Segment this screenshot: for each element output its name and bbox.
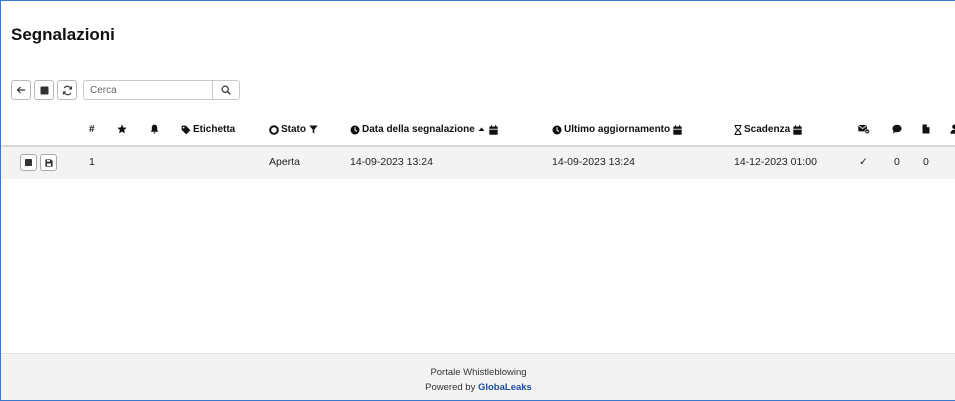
header-status-text: Stato xyxy=(281,124,306,135)
footer-title: Portale Whistleblowing xyxy=(430,367,527,378)
search-icon xyxy=(221,85,231,95)
header-updated-text: Ultimo aggiornamento xyxy=(564,124,671,135)
cell-read-check: ✓ xyxy=(859,156,868,168)
toolbar xyxy=(11,80,240,100)
header-expiry[interactable]: Scadenza xyxy=(734,124,804,135)
header-label[interactable]: Etichetta xyxy=(181,124,235,135)
header-comments[interactable] xyxy=(892,124,904,134)
cell-expiry: 14-12-2023 01:00 xyxy=(734,156,817,168)
file-icon xyxy=(922,124,930,134)
envelope-check-icon xyxy=(858,125,870,134)
header-date[interactable]: Data della segnalazione xyxy=(350,124,500,135)
header-number: # xyxy=(89,124,95,135)
clock-icon xyxy=(552,125,562,134)
search-input[interactable] xyxy=(83,80,213,100)
header-notifications[interactable] xyxy=(150,124,161,134)
filter-icon[interactable] xyxy=(309,125,318,134)
cell-comments: 0 xyxy=(894,156,900,168)
comment-icon xyxy=(892,124,902,134)
header-files[interactable] xyxy=(922,124,932,134)
footer-powered: Powered by GlobaLeaks xyxy=(1,382,955,393)
row-select-checkbox[interactable] xyxy=(20,154,37,171)
sort-asc-icon[interactable] xyxy=(478,126,485,133)
calendar-icon[interactable] xyxy=(489,124,498,135)
search-button[interactable] xyxy=(213,80,240,100)
refresh-button[interactable] xyxy=(57,80,77,100)
arrow-left-icon xyxy=(16,86,25,94)
header-read-receipt[interactable] xyxy=(858,124,872,134)
globaleaks-link[interactable]: GlobaLeaks xyxy=(478,382,532,393)
header-expiry-text: Scadenza xyxy=(744,124,791,135)
table-row[interactable]: 1 Aperta 14-09-2023 13:24 14-09-2023 13:… xyxy=(1,147,955,179)
square-icon xyxy=(25,159,32,166)
header-users[interactable] xyxy=(950,124,955,134)
square-icon xyxy=(40,86,48,94)
refresh-icon xyxy=(62,85,72,95)
header-label-text: Etichetta xyxy=(193,124,236,135)
clock-icon xyxy=(350,125,360,134)
header-status[interactable]: Stato xyxy=(269,124,320,135)
user-icon xyxy=(950,124,955,134)
star-icon xyxy=(117,124,127,134)
cell-status: Aperta xyxy=(269,156,300,168)
hourglass-icon xyxy=(734,124,742,135)
circle-icon xyxy=(269,124,279,135)
app-frame: Segnalazioni # Etichetta xyxy=(0,0,955,401)
page-title: Segnalazioni xyxy=(11,25,115,44)
header-updated[interactable]: Ultimo aggiornamento xyxy=(552,124,684,135)
tag-icon xyxy=(181,125,191,134)
footer: Portale Whistleblowing Powered by GlobaL… xyxy=(1,353,955,400)
cell-date: 14-09-2023 13:24 xyxy=(350,156,433,168)
bell-icon xyxy=(150,124,159,134)
save-icon xyxy=(44,158,53,167)
cell-updated: 14-09-2023 13:24 xyxy=(552,156,635,168)
calendar-icon[interactable] xyxy=(793,124,802,135)
table-header: # Etichetta Stato Data della segnalazion… xyxy=(1,119,955,147)
select-all-button[interactable] xyxy=(34,80,54,100)
back-button[interactable] xyxy=(11,80,31,100)
row-export-button[interactable] xyxy=(40,154,57,171)
search-group xyxy=(83,80,240,100)
header-date-text: Data della segnalazione xyxy=(362,124,475,135)
cell-files: 0 xyxy=(923,156,929,168)
footer-powered-text: Powered by xyxy=(425,382,476,393)
cell-id: 1 xyxy=(89,156,95,168)
header-important[interactable] xyxy=(117,124,129,134)
calendar-icon[interactable] xyxy=(673,124,682,135)
